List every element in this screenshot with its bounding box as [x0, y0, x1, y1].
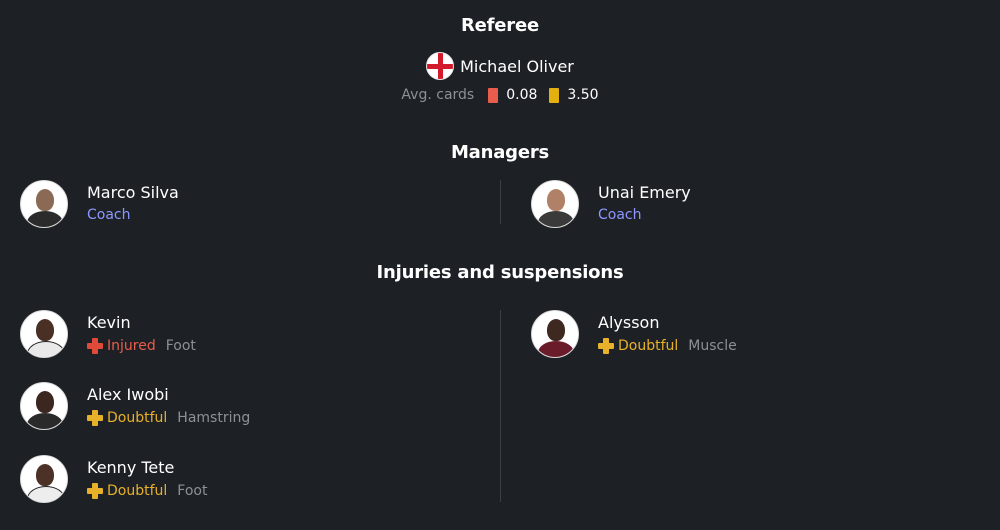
injury-item-alex-iwobi[interactable]: Alex Iwobi Doubtful Hamstring: [20, 382, 250, 430]
injury-status: Doubtful: [107, 409, 168, 426]
injuries-title: Injuries and suspensions: [376, 262, 624, 283]
injury-reason: Hamstring: [177, 409, 251, 426]
injured-icon: [87, 337, 103, 354]
injury-item-alysson[interactable]: Alysson Doubtful Muscle: [531, 310, 737, 358]
manager-role: Coach: [87, 207, 131, 223]
red-card-avg: 0.08: [506, 87, 538, 103]
yellow-card-icon: [549, 87, 560, 103]
avatar: [531, 180, 579, 228]
doubtful-icon: [87, 482, 103, 499]
manager-name[interactable]: Marco Silva: [87, 183, 179, 203]
red-card-icon: [488, 87, 499, 103]
injury-reason: Foot: [165, 337, 196, 354]
injury-reason: Foot: [177, 482, 208, 499]
manager-role: Coach: [598, 207, 642, 223]
injury-status: Injured: [107, 337, 156, 354]
avatar: [20, 180, 68, 228]
player-name[interactable]: Alex Iwobi: [87, 385, 250, 405]
doubtful-icon: [598, 337, 614, 354]
avg-cards-row: Avg. cards 0.08 3.50: [0, 87, 1000, 103]
manager-away[interactable]: Unai Emery Coach: [531, 180, 691, 228]
doubtful-icon: [87, 409, 103, 426]
injury-item-kevin[interactable]: Kevin Injured Foot: [20, 310, 196, 358]
avg-cards-label: Avg. cards: [401, 87, 475, 103]
match-info-panel: Referee Michael Oliver Avg. cards 0.08 3…: [0, 0, 1000, 530]
injury-status: Doubtful: [107, 482, 168, 499]
referee-row[interactable]: Michael Oliver: [0, 52, 1000, 80]
referee-title: Referee: [460, 15, 539, 36]
avatar: [531, 310, 579, 358]
managers-divider: [500, 180, 501, 224]
injury-reason: Muscle: [688, 337, 737, 354]
manager-home[interactable]: Marco Silva Coach: [20, 180, 179, 228]
managers-title: Managers: [450, 142, 550, 163]
avatar: [20, 310, 68, 358]
injuries-divider: [500, 310, 501, 502]
injury-status: Doubtful: [618, 337, 679, 354]
referee-name[interactable]: Michael Oliver: [460, 57, 574, 76]
injury-item-kenny-tete[interactable]: Kenny Tete Doubtful Foot: [20, 455, 207, 503]
player-name[interactable]: Kevin: [87, 313, 196, 333]
avatar: [20, 455, 68, 503]
player-name[interactable]: Kenny Tete: [87, 458, 207, 478]
avatar: [20, 382, 68, 430]
manager-name[interactable]: Unai Emery: [598, 183, 691, 203]
yellow-card-avg: 3.50: [567, 87, 599, 103]
player-name[interactable]: Alysson: [598, 313, 737, 333]
england-flag-icon: [426, 52, 455, 80]
